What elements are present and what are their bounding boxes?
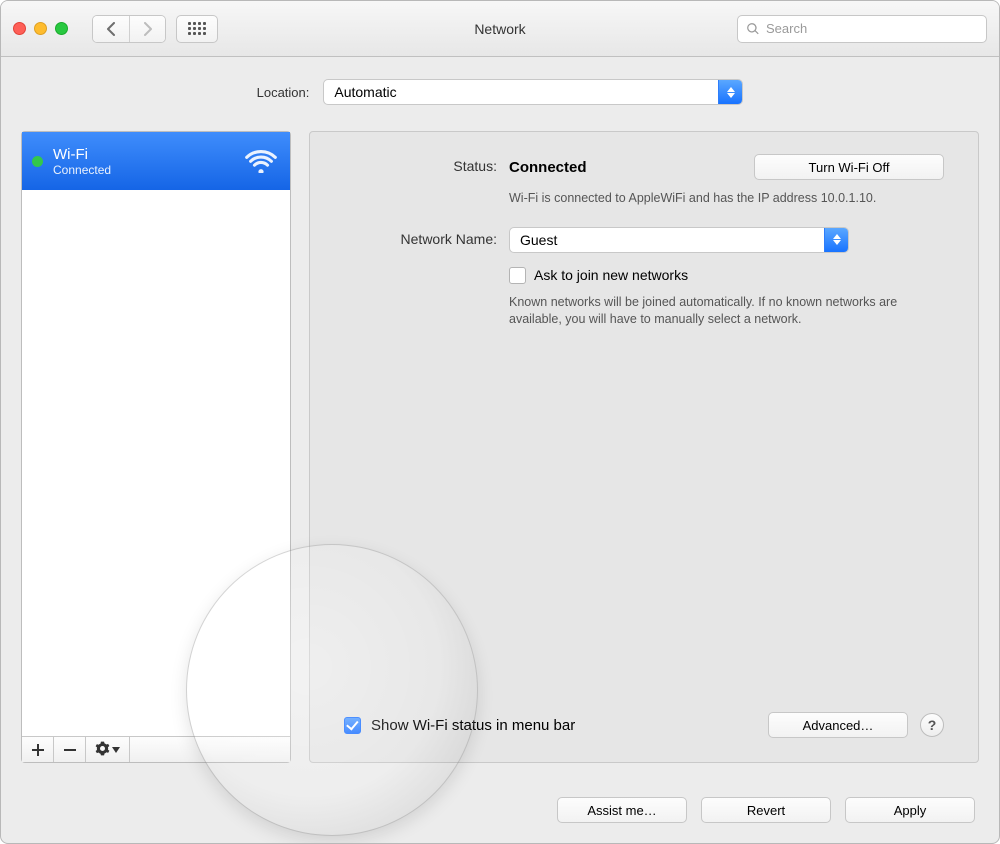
service-text: Wi-Fi Connected: [53, 146, 111, 177]
location-label: Location:: [257, 85, 310, 100]
status-description: Wi-Fi is connected to AppleWiFi and has …: [509, 190, 929, 207]
search-placeholder: Search: [766, 21, 807, 36]
show-all-prefs-button[interactable]: [176, 15, 218, 43]
nav-back-forward: [92, 15, 166, 43]
zoom-window-icon[interactable]: [55, 22, 68, 35]
titlebar: Network Search: [1, 1, 999, 57]
chevron-updown-icon: [718, 80, 742, 104]
detail-pane: Status: Connected Turn Wi-Fi Off Wi-Fi i…: [309, 131, 979, 763]
advanced-button[interactable]: Advanced…: [768, 712, 908, 738]
footer-buttons: Assist me… Revert Apply: [557, 797, 975, 823]
location-popup[interactable]: Automatic: [323, 79, 743, 105]
minus-icon: [64, 744, 76, 756]
turn-wifi-off-button[interactable]: Turn Wi-Fi Off: [754, 154, 944, 180]
apply-button[interactable]: Apply: [845, 797, 975, 823]
status-dot-icon: [32, 156, 43, 167]
forward-button[interactable]: [129, 16, 165, 42]
service-list-pane: Wi-Fi Connected: [21, 131, 291, 763]
ask-join-label: Ask to join new networks: [534, 267, 688, 283]
chevron-updown-icon: [824, 228, 848, 252]
service-name: Wi-Fi: [53, 146, 111, 163]
network-name-row: Network Name: Guest Ask to join new netw…: [344, 227, 944, 328]
chevron-down-icon: [112, 747, 120, 753]
service-status: Connected: [53, 163, 111, 177]
network-name-popup[interactable]: Guest: [509, 227, 849, 253]
location-row: Location: Automatic: [1, 57, 999, 119]
network-name-label: Network Name:: [344, 227, 509, 247]
revert-button[interactable]: Revert: [701, 797, 831, 823]
plus-icon: [32, 744, 44, 756]
close-window-icon[interactable]: [13, 22, 26, 35]
service-list-toolbar: [22, 736, 290, 762]
ask-join-row: Ask to join new networks: [509, 267, 944, 284]
back-button[interactable]: [93, 16, 129, 42]
location-value: Automatic: [334, 84, 396, 100]
show-status-label: Show Wi-Fi status in menu bar: [371, 717, 575, 734]
window-controls: [13, 22, 68, 35]
wifi-icon: [244, 147, 278, 176]
help-button[interactable]: ?: [920, 713, 944, 737]
help-icon: ?: [928, 717, 937, 733]
service-action-menu[interactable]: [86, 737, 130, 762]
status-value: Connected: [509, 159, 587, 176]
service-list[interactable]: Wi-Fi Connected: [22, 132, 290, 736]
show-status-checkbox[interactable]: [344, 717, 361, 734]
network-prefs-window: Network Search Location: Automatic Wi-Fi: [0, 0, 1000, 844]
add-service-button[interactable]: [22, 737, 54, 762]
network-name-value: Guest: [520, 232, 557, 248]
status-label: Status:: [344, 154, 509, 174]
search-icon: [746, 22, 760, 36]
search-input[interactable]: Search: [737, 15, 987, 43]
show-status-row: Show Wi-Fi status in menu bar Advanced… …: [310, 712, 978, 738]
body: Wi-Fi Connected: [21, 131, 979, 763]
ask-join-description: Known networks will be joined automatica…: [509, 294, 929, 328]
ask-join-checkbox[interactable]: [509, 267, 526, 284]
minimize-window-icon[interactable]: [34, 22, 47, 35]
assist-me-button[interactable]: Assist me…: [557, 797, 687, 823]
grid-icon: [188, 22, 206, 35]
gear-icon: [95, 741, 110, 759]
remove-service-button[interactable]: [54, 737, 86, 762]
status-row: Status: Connected Turn Wi-Fi Off Wi-Fi i…: [344, 154, 944, 207]
service-item-wifi[interactable]: Wi-Fi Connected: [22, 132, 290, 190]
